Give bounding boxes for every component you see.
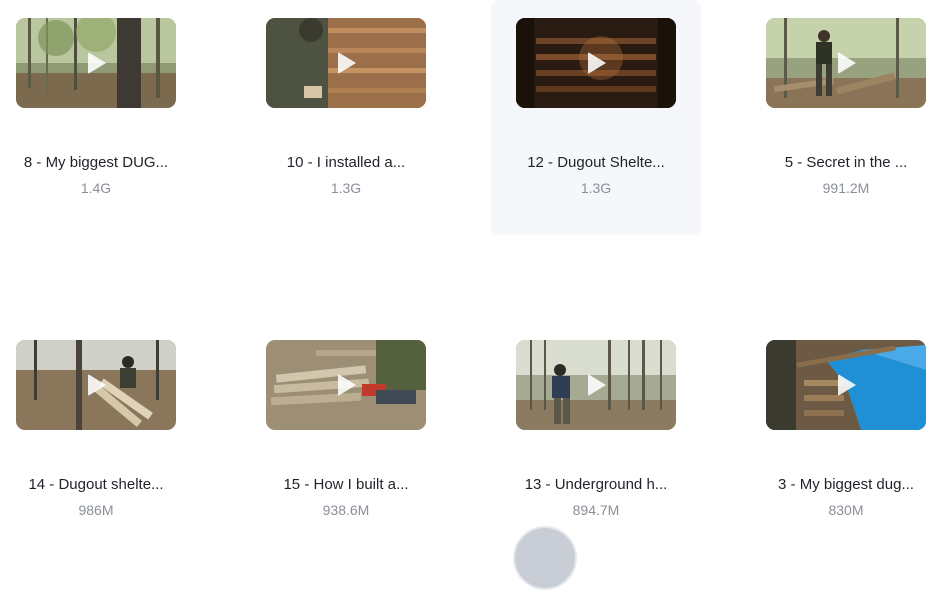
file-tile[interactable]: 5 - Secret in the ... 991.2M bbox=[741, 0, 946, 235]
play-icon[interactable] bbox=[588, 374, 606, 396]
file-name: 8 - My biggest DUG... bbox=[23, 154, 169, 171]
video-thumbnail[interactable] bbox=[266, 18, 426, 108]
file-size: 1.4G bbox=[80, 180, 112, 196]
play-icon[interactable] bbox=[588, 52, 606, 74]
video-thumbnail[interactable] bbox=[16, 18, 176, 108]
file-tile[interactable]: 15 - How I built a... 938.6M bbox=[241, 322, 451, 557]
file-size: 986M bbox=[78, 502, 114, 518]
video-thumbnail[interactable] bbox=[516, 340, 676, 430]
file-size: 1.3G bbox=[330, 180, 362, 196]
file-size: 1.3G bbox=[580, 180, 612, 196]
video-grid: 8 - My biggest DUG... 1.4G 10 - I install… bbox=[0, 0, 946, 536]
file-size: 830M bbox=[828, 502, 864, 518]
file-name: 14 - Dugout shelte... bbox=[28, 476, 164, 493]
file-name: 5 - Secret in the ... bbox=[784, 154, 908, 171]
play-icon[interactable] bbox=[88, 374, 106, 396]
video-thumbnail[interactable] bbox=[766, 18, 926, 108]
file-tile[interactable]: 14 - Dugout shelte... 986M bbox=[0, 322, 201, 557]
file-size: 894.7M bbox=[572, 502, 620, 518]
video-thumbnail[interactable] bbox=[516, 18, 676, 108]
play-icon[interactable] bbox=[838, 52, 856, 74]
video-thumbnail[interactable] bbox=[766, 340, 926, 430]
file-tile[interactable]: 3 - My biggest dug... 830M bbox=[741, 322, 946, 557]
play-icon[interactable] bbox=[338, 52, 356, 74]
file-tile[interactable]: 12 - Dugout Shelte... 1.3G bbox=[491, 0, 701, 235]
file-size: 991.2M bbox=[822, 180, 870, 196]
play-icon[interactable] bbox=[838, 374, 856, 396]
file-tile[interactable]: 10 - I installed a... 1.3G bbox=[241, 0, 451, 235]
play-icon[interactable] bbox=[338, 374, 356, 396]
file-name: 3 - My biggest dug... bbox=[778, 476, 914, 493]
file-tile[interactable]: 8 - My biggest DUG... 1.4G bbox=[0, 0, 201, 235]
play-icon[interactable] bbox=[88, 52, 106, 74]
file-name: 13 - Underground h... bbox=[524, 476, 668, 493]
file-name: 12 - Dugout Shelte... bbox=[527, 154, 665, 171]
video-thumbnail[interactable] bbox=[16, 340, 176, 430]
file-tile[interactable]: 13 - Underground h... 894.7M bbox=[491, 322, 701, 557]
file-size: 938.6M bbox=[322, 502, 370, 518]
file-name: 10 - I installed a... bbox=[286, 154, 406, 171]
file-name: 15 - How I built a... bbox=[283, 476, 409, 493]
video-thumbnail[interactable] bbox=[266, 340, 426, 430]
